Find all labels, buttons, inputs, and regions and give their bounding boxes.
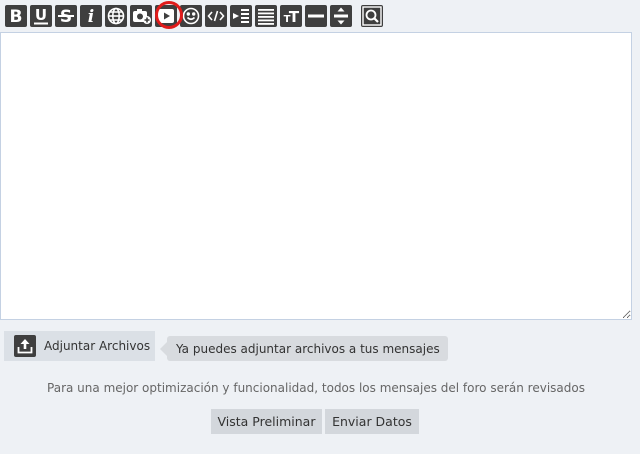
camera-plus-icon <box>133 9 151 24</box>
horizontal-rule-icon <box>308 14 324 18</box>
upload-icon <box>14 335 36 357</box>
svg-text:U: U <box>35 6 47 24</box>
svg-text:T: T <box>289 8 300 26</box>
indent-button[interactable] <box>230 5 252 27</box>
italic-icon: i <box>88 7 94 27</box>
indent-icon <box>233 9 249 23</box>
insert-emoji-button[interactable] <box>180 5 202 27</box>
attach-files-button[interactable]: Adjuntar Archivos <box>4 331 155 361</box>
magnifier-icon <box>362 6 382 26</box>
insert-video-button[interactable] <box>155 5 177 27</box>
svg-text:i: i <box>88 7 94 27</box>
align-justify-icon <box>258 9 274 25</box>
insert-code-button[interactable] <box>205 5 227 27</box>
code-icon <box>207 10 225 22</box>
italic-button[interactable]: i <box>80 5 102 27</box>
bold-icon: B <box>10 7 23 27</box>
text-size-button[interactable]: TT <box>280 5 302 27</box>
submit-button[interactable]: Enviar Datos <box>325 409 419 434</box>
play-icon <box>158 9 174 23</box>
message-editor[interactable] <box>0 32 632 320</box>
preview-zoom-button[interactable] <box>361 5 383 27</box>
attach-tooltip: Ya puedes adjuntar archivos a tus mensaj… <box>160 336 448 361</box>
underline-button[interactable]: U <box>30 5 52 27</box>
insert-link-button[interactable] <box>105 5 127 27</box>
globe-icon <box>107 7 125 25</box>
align-button[interactable] <box>255 5 277 27</box>
svg-text:B: B <box>10 7 23 27</box>
insert-image-button[interactable] <box>130 5 152 27</box>
horizontal-rule-button[interactable] <box>305 5 327 27</box>
underline-icon: U <box>34 6 48 25</box>
bold-button[interactable]: B <box>5 5 27 27</box>
preview-button[interactable]: Vista Preliminar <box>211 409 322 434</box>
attach-files-label: Adjuntar Archivos <box>44 339 151 353</box>
moderation-notice: Para una mejor optimización y funcionali… <box>47 381 585 395</box>
strikethrough-icon: S <box>58 7 74 27</box>
line-spacing-button[interactable] <box>330 5 352 27</box>
text-size-icon: TT <box>284 8 300 26</box>
smiley-icon <box>182 7 200 25</box>
line-spacing-icon <box>334 7 348 25</box>
strikethrough-button[interactable]: S <box>55 5 77 27</box>
